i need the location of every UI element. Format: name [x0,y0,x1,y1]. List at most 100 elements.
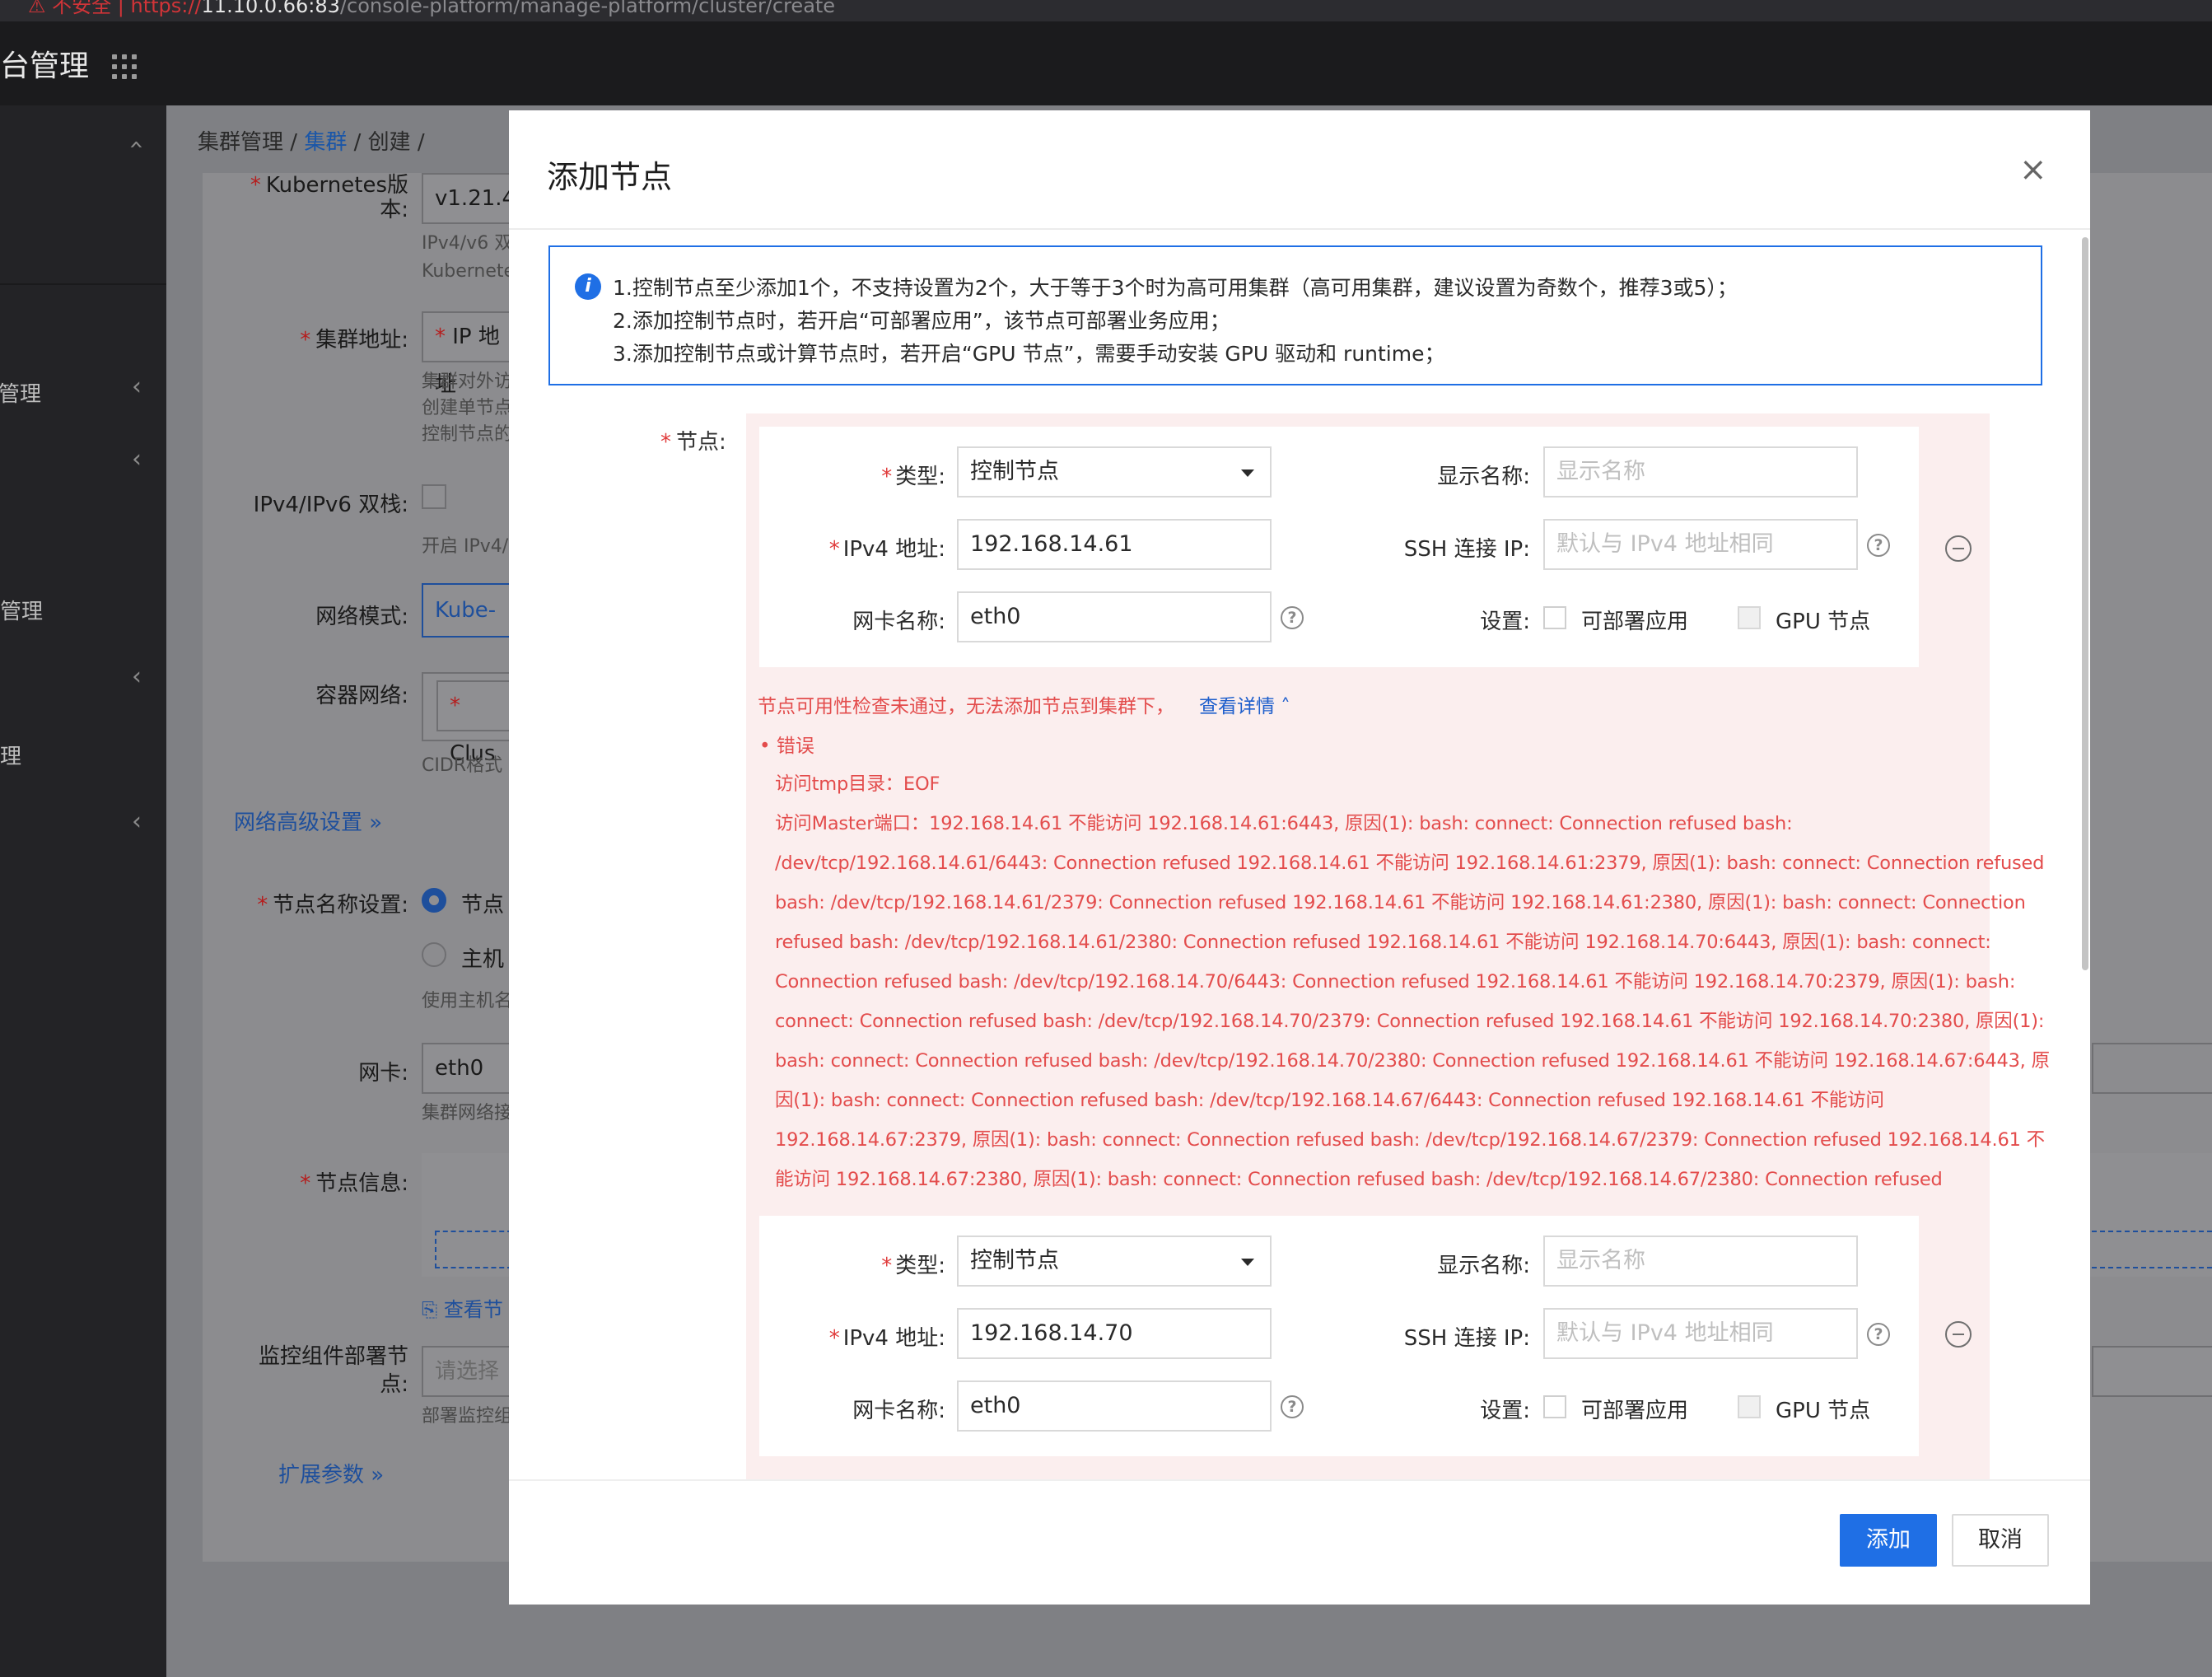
url-host: 11.10.0.66:83 [201,0,340,17]
gpu-node-label: GPU 节点 [1776,1399,1871,1423]
deployable-label: 可部署应用 [1581,1399,1689,1423]
monitor-hint: 部署监控组 [422,1406,513,1427]
addr-hint-3: 控制节点的 [422,424,513,445]
chevron-down-icon: ‹ [122,139,152,150]
error-line: 因(1): bash: connect: Connection refused … [775,1090,1884,1111]
network-advanced-link[interactable]: 网络高级设置 » [234,806,382,836]
nic-input-edge [2092,1043,2212,1094]
naming-option-node: 节点 [461,893,505,918]
sidebar-item-5[interactable]: 理 [0,740,166,770]
error-line: bash: connect: Connection refused bash: … [775,1050,2050,1072]
app-title: 平台管理 [0,49,90,83]
gpu-node-label: GPU 节点 [1776,610,1871,634]
node-check-error-message: 节点可用性检查未通过，无法添加节点到集群下， [758,696,1174,717]
sidebar-divider [0,283,166,285]
display-name-input[interactable]: 显示名称 [1543,1236,1858,1287]
deployable-checkbox[interactable] [1543,606,1566,629]
url-path: /console-platform/manage-platform/cluste… [339,0,836,17]
network-mode-label: 网络模式: [315,605,408,629]
node-type-select[interactable]: 控制节点 [957,1236,1272,1287]
ssh-ip-input[interactable]: 默认与 IPv4 地址相同 [1543,519,1858,570]
ssh-ip-label: SSH 连接 IP: [1403,1326,1530,1351]
add-button[interactable]: 添加 [1840,1514,1937,1567]
sidebar-item-3[interactable]: 管理 [0,595,166,625]
help-icon[interactable]: ? [1281,1395,1304,1418]
nic-input[interactable]: eth0 [422,1043,512,1094]
app-grid-icon[interactable] [112,54,137,79]
nic-label: 网卡: [358,1061,408,1086]
dialog-scrollbar[interactable] [2082,237,2088,970]
k8s-hint-1: IPv4/v6 双 [422,233,513,254]
caret-down-icon [1241,469,1254,477]
cluster-address-label: * 集群地址: [300,328,408,353]
gpu-node-checkbox[interactable] [1738,1395,1761,1418]
help-icon[interactable]: ? [1867,534,1890,557]
add-node-dropzone-edge [2092,1231,2212,1268]
node-info-label: * 节点信息: [300,1171,408,1196]
remove-node-icon[interactable] [1945,1321,1972,1348]
type-label: * 类型: [881,1254,945,1278]
dual-stack-hint: 开启 IPv4/ [422,536,509,557]
display-name-label: 显示名称: [1437,1254,1530,1278]
error-line: Connection refused bash: /dev/tcp/192.16… [775,971,2016,993]
error-line: 访问tmp目录：EOF [775,773,940,795]
info-line-3: 3.添加控制节点或计算节点时，若开启“GPU 节点”，需要手动安装 GPU 驱动… [613,342,1445,366]
error-line: 192.168.14.67:2379, 原因(1): bash: connect… [775,1129,2045,1151]
nic-name-input[interactable]: eth0 [957,1380,1272,1432]
close-icon[interactable]: × [2019,153,2047,186]
help-icon[interactable]: ? [1867,1323,1890,1346]
k8s-version-select[interactable]: v1.21.4 [422,173,516,224]
sidebar-item-label: 管理 [0,382,42,407]
k8s-version-label: * Kubernetes版本: [250,173,408,222]
extended-params-link[interactable]: 扩展参数 » [278,1458,384,1488]
settings-label: 设置: [1480,610,1530,634]
error-line: bash: /dev/tcp/192.168.14.61/2379: Conne… [775,892,2026,913]
naming-radio-node[interactable] [422,888,446,913]
monitor-node-select[interactable]: 请选择 [422,1346,512,1397]
nic-name-label: 网卡名称: [852,1399,945,1423]
cancel-button[interactable]: 取消 [1952,1514,2049,1567]
browser-url-bar[interactable]: ⚠ 不安全 | https://11.10.0.66:83/console-pl… [0,0,2212,21]
deployable-label: 可部署应用 [1581,610,1689,634]
chevron-left-icon: ‹ [132,445,142,474]
error-line: refused bash: /dev/tcp/192.168.14.61/238… [775,932,1991,953]
error-line: /dev/tcp/192.168.14.61/6443: Connection … [775,853,2045,874]
caret-down-icon [1241,1259,1254,1266]
gpu-node-checkbox[interactable] [1738,606,1761,629]
document-icon: ⎘ [422,1298,444,1321]
sidebar-item-label: 管理 [0,600,44,624]
cidr-hint: CIDR格式 [422,755,503,776]
settings-label: 设置: [1480,1399,1530,1423]
network-mode-option[interactable]: Kube- [422,583,512,638]
ssh-ip-input[interactable]: 默认与 IPv4 地址相同 [1543,1308,1858,1359]
info-icon: i [575,273,601,300]
app-header [0,21,2212,105]
ipv4-input[interactable]: 192.168.14.61 [957,519,1272,570]
addr-hint-2: 创建单节点 [422,398,513,418]
chevron-left-icon: ‹ [132,372,142,401]
dual-stack-checkbox[interactable] [422,484,446,509]
naming-radio-host[interactable] [422,942,446,967]
node-type-select[interactable]: 控制节点 [957,446,1272,497]
breadcrumb-item[interactable]: 集群管理 [198,130,283,155]
breadcrumb: 集群管理 / 集群 / 创建 / [198,130,425,155]
deployable-checkbox[interactable] [1543,1395,1566,1418]
monitor-select-edge [2092,1346,2212,1397]
help-icon[interactable]: ? [1281,606,1304,629]
chevron-left-icon: ‹ [132,662,142,691]
sidebar-item-1[interactable]: 管理 ‹ [0,372,166,408]
view-nodes-link[interactable]: ⎘ 查看节 [422,1293,503,1322]
naming-option-host: 主机 [461,947,505,972]
add-node-dropzone[interactable] [435,1231,512,1268]
breadcrumb-link[interactable]: 集群 [304,130,347,155]
chevron-left-icon: ‹ [132,807,142,836]
view-details-link[interactable]: 查看详情 ˄ [1199,690,1290,718]
cluster-cidr-input[interactable]: * Clus [436,680,512,766]
ipv4-input[interactable]: 192.168.14.70 [957,1308,1272,1359]
nic-name-input[interactable]: eth0 [957,591,1272,642]
error-line: 能访问 192.168.14.67:2380, 原因(1): bash: con… [775,1169,1943,1190]
node-naming-label: * 节点名称设置: [257,893,408,918]
cluster-address-input[interactable]: * IP 地址 [422,311,512,397]
remove-node-icon[interactable] [1945,535,1972,562]
display-name-input[interactable]: 显示名称 [1543,446,1858,497]
